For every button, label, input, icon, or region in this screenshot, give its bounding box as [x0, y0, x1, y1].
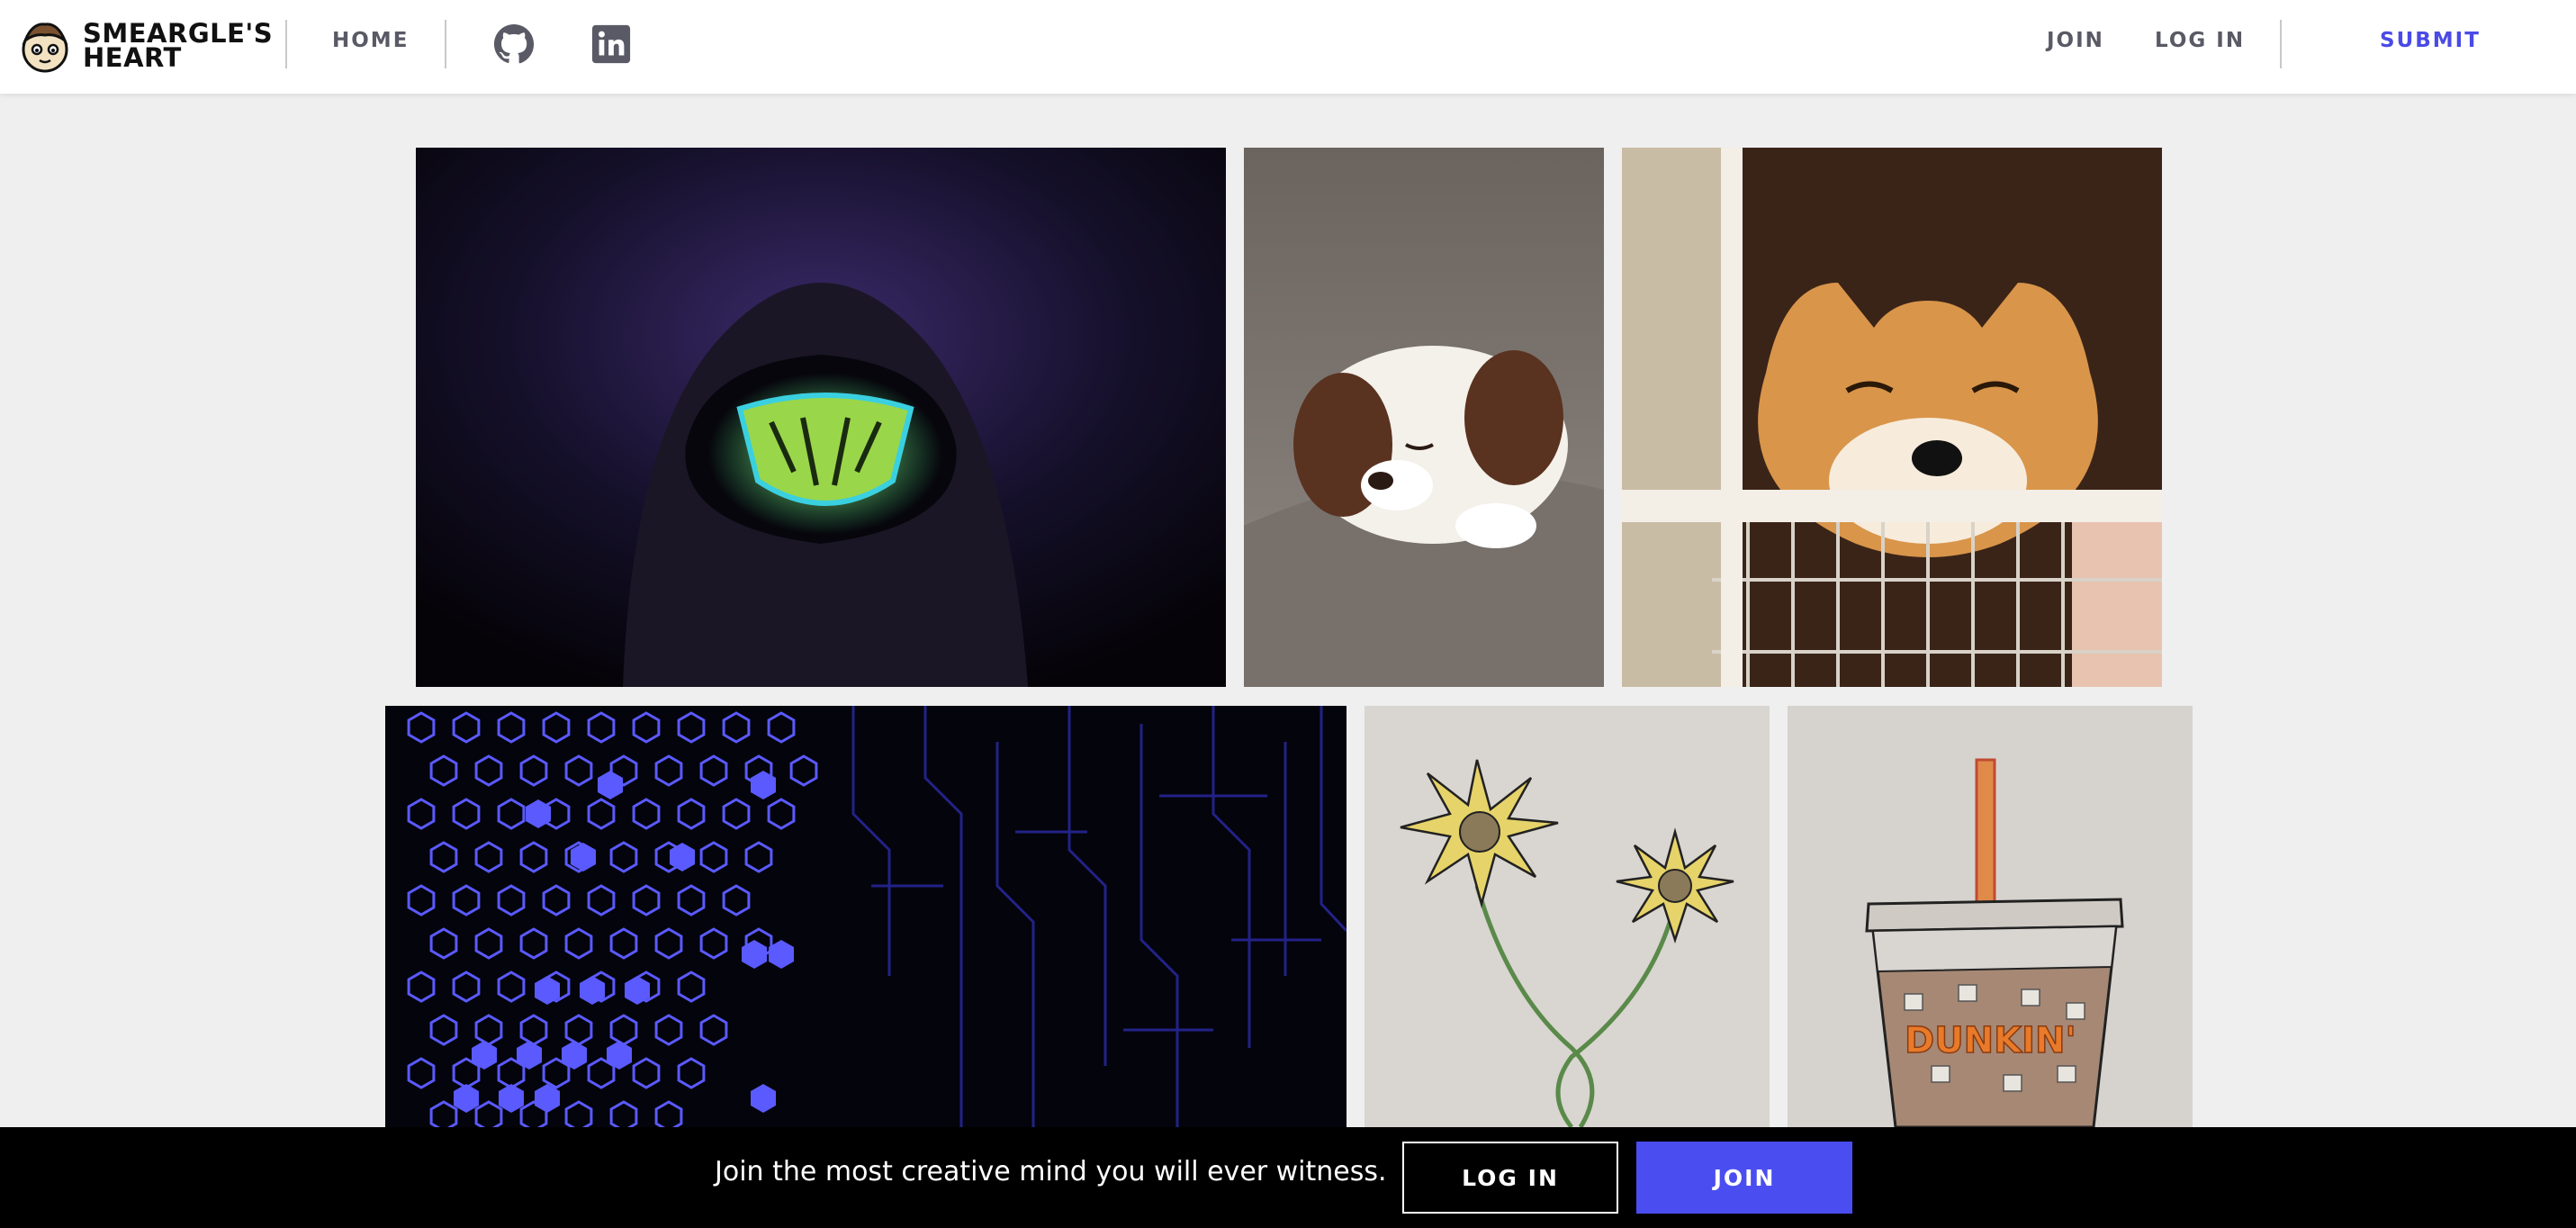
nav-divider: [285, 20, 287, 68]
hexagon-circuit-image: [385, 706, 1347, 1127]
smeargle-logo-icon: [22, 23, 68, 73]
signup-prompt-message: Join the most creative mind you will eve…: [715, 1156, 1387, 1187]
gallery-image-hexagons[interactable]: [385, 706, 1347, 1127]
nav-submit-link[interactable]: SUBMIT: [2380, 29, 2481, 59]
sunflowers-drawing-image: [1365, 706, 1770, 1127]
nav-divider: [2280, 20, 2282, 68]
top-navbar: SMEARGLE'S HEART HOME JOIN LOG IN SUBMIT: [0, 0, 2576, 94]
gallery-image-hooded-mask[interactable]: [416, 148, 1226, 687]
signup-prompt-bar: Join the most creative mind you will eve…: [0, 1127, 2576, 1228]
site-logo[interactable]: SMEARGLE'S HEART: [16, 16, 273, 76]
shiba-image: [1622, 148, 2162, 687]
github-icon[interactable]: [493, 23, 535, 65]
nav-join-link[interactable]: JOIN: [2047, 29, 2104, 59]
bottom-login-button[interactable]: LOG IN: [1402, 1142, 1618, 1214]
nav-divider: [445, 20, 446, 68]
puppy-image: [1244, 148, 1604, 687]
nav-login-link[interactable]: LOG IN: [2155, 29, 2245, 59]
gallery-image-iced-coffee[interactable]: DUNKIN': [1788, 706, 2193, 1127]
bottom-join-button[interactable]: JOIN: [1636, 1142, 1852, 1214]
iced-coffee-drawing-image: DUNKIN': [1788, 706, 2193, 1127]
gallery-image-shiba[interactable]: [1622, 148, 2162, 687]
hooded-mask-image: [416, 148, 1226, 687]
dunkin-label: DUNKIN': [1905, 1020, 2076, 1061]
linkedin-icon[interactable]: [590, 23, 632, 65]
logo-text: SMEARGLE'S HEART: [83, 18, 274, 73]
gallery-image-sunflowers[interactable]: [1365, 706, 1770, 1127]
nav-home-link[interactable]: HOME: [332, 29, 409, 59]
gallery-image-puppy[interactable]: [1244, 148, 1604, 687]
